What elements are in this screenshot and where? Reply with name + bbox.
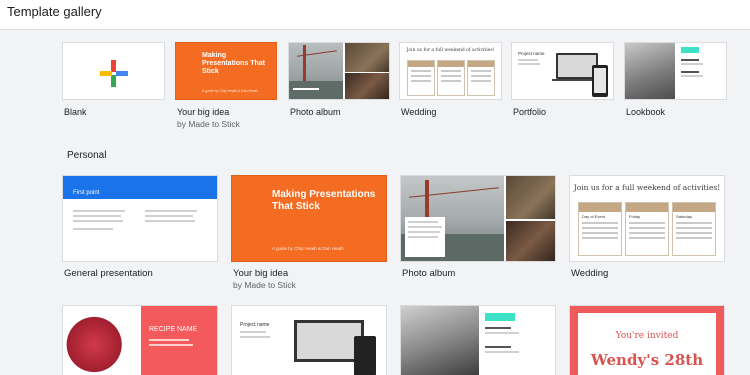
schedule-column xyxy=(437,60,465,96)
skateboard-photo xyxy=(401,306,479,375)
template-blank[interactable] xyxy=(62,42,165,100)
template-author: by Made to Stick xyxy=(177,119,240,129)
table-photo xyxy=(345,73,389,99)
template-label: Your big idea xyxy=(233,268,289,279)
template-photo-album[interactable] xyxy=(288,42,390,100)
template-label: Wedding xyxy=(571,268,609,279)
thumbnail-title: Project name xyxy=(240,322,270,328)
thumbnail-title: Making Presentations That Stick xyxy=(272,189,376,212)
phone-graphic xyxy=(354,336,376,375)
thumbnail-title: Making Presentations That Stick xyxy=(202,52,266,76)
raspberry-photo xyxy=(63,306,141,375)
template-label: Wedding xyxy=(401,107,437,117)
cafe-photo xyxy=(345,43,389,72)
schedule-column: Saturday xyxy=(672,202,716,256)
template-lookbook[interactable] xyxy=(624,42,727,100)
template-your-big-idea[interactable]: Making Presentations That Stick A guide … xyxy=(231,175,387,262)
template-label: Photo album xyxy=(402,268,456,279)
thumbnail-title: First point xyxy=(73,190,100,196)
template-invitation[interactable]: You're invited Wendy's 28th xyxy=(569,305,725,375)
template-label: Your big idea xyxy=(177,107,230,117)
template-portfolio[interactable]: Project name xyxy=(511,42,614,100)
template-label: Photo album xyxy=(290,107,341,117)
thumbnail-subtitle: A guide by Chip Heath & Dan Heath xyxy=(202,89,258,93)
bridge-photo xyxy=(401,176,504,261)
template-recipe[interactable]: RECIPE NAME xyxy=(62,305,218,375)
title-band: First point xyxy=(63,176,217,199)
skateboard-photo xyxy=(625,43,675,99)
template-label: Lookbook xyxy=(626,107,666,117)
schedule-column: Day of Event xyxy=(578,202,622,256)
schedule-column: Friday xyxy=(625,202,669,256)
template-wedding[interactable]: Join us for a full weekend of activities… xyxy=(569,175,725,262)
template-portfolio[interactable]: Project name xyxy=(231,305,387,375)
template-label: Blank xyxy=(64,107,87,117)
template-author: by Made to Stick xyxy=(233,280,296,290)
thumbnail-title: You're invited xyxy=(615,331,679,341)
section-heading-personal: Personal xyxy=(67,150,107,161)
thumbnail-subtitle: A guide by Chip Heath & Dan Heath xyxy=(272,246,344,251)
cafe-photo xyxy=(506,176,555,219)
thumbnail-subtitle: Wendy's 28th xyxy=(590,351,704,369)
schedule-column xyxy=(467,60,495,96)
phone-graphic xyxy=(592,65,608,97)
template-wedding[interactable]: Join us for a full weekend of activities… xyxy=(399,42,502,100)
template-label: Portfolio xyxy=(513,107,547,117)
bridge-photo xyxy=(289,43,343,99)
thumbnail-title: RECIPE NAME xyxy=(149,326,198,333)
table-photo xyxy=(506,221,555,261)
template-photo-album[interactable] xyxy=(400,175,556,262)
thumbnail-title: Join us for a full weekend of activities… xyxy=(406,48,495,53)
template-label: General presentation xyxy=(64,268,153,279)
thumbnail-title: Project name xyxy=(518,51,545,56)
top-bar: Template gallery xyxy=(0,0,750,30)
page-title: Template gallery xyxy=(7,4,102,19)
template-your-big-idea[interactable]: Making Presentations That Stick A guide … xyxy=(175,42,277,100)
schedule-column xyxy=(407,60,435,96)
template-lookbook[interactable] xyxy=(400,305,556,375)
template-general-presentation[interactable]: First point xyxy=(62,175,218,262)
thumbnail-title: Join us for a full weekend of activities… xyxy=(573,183,721,192)
plus-icon xyxy=(100,60,128,87)
